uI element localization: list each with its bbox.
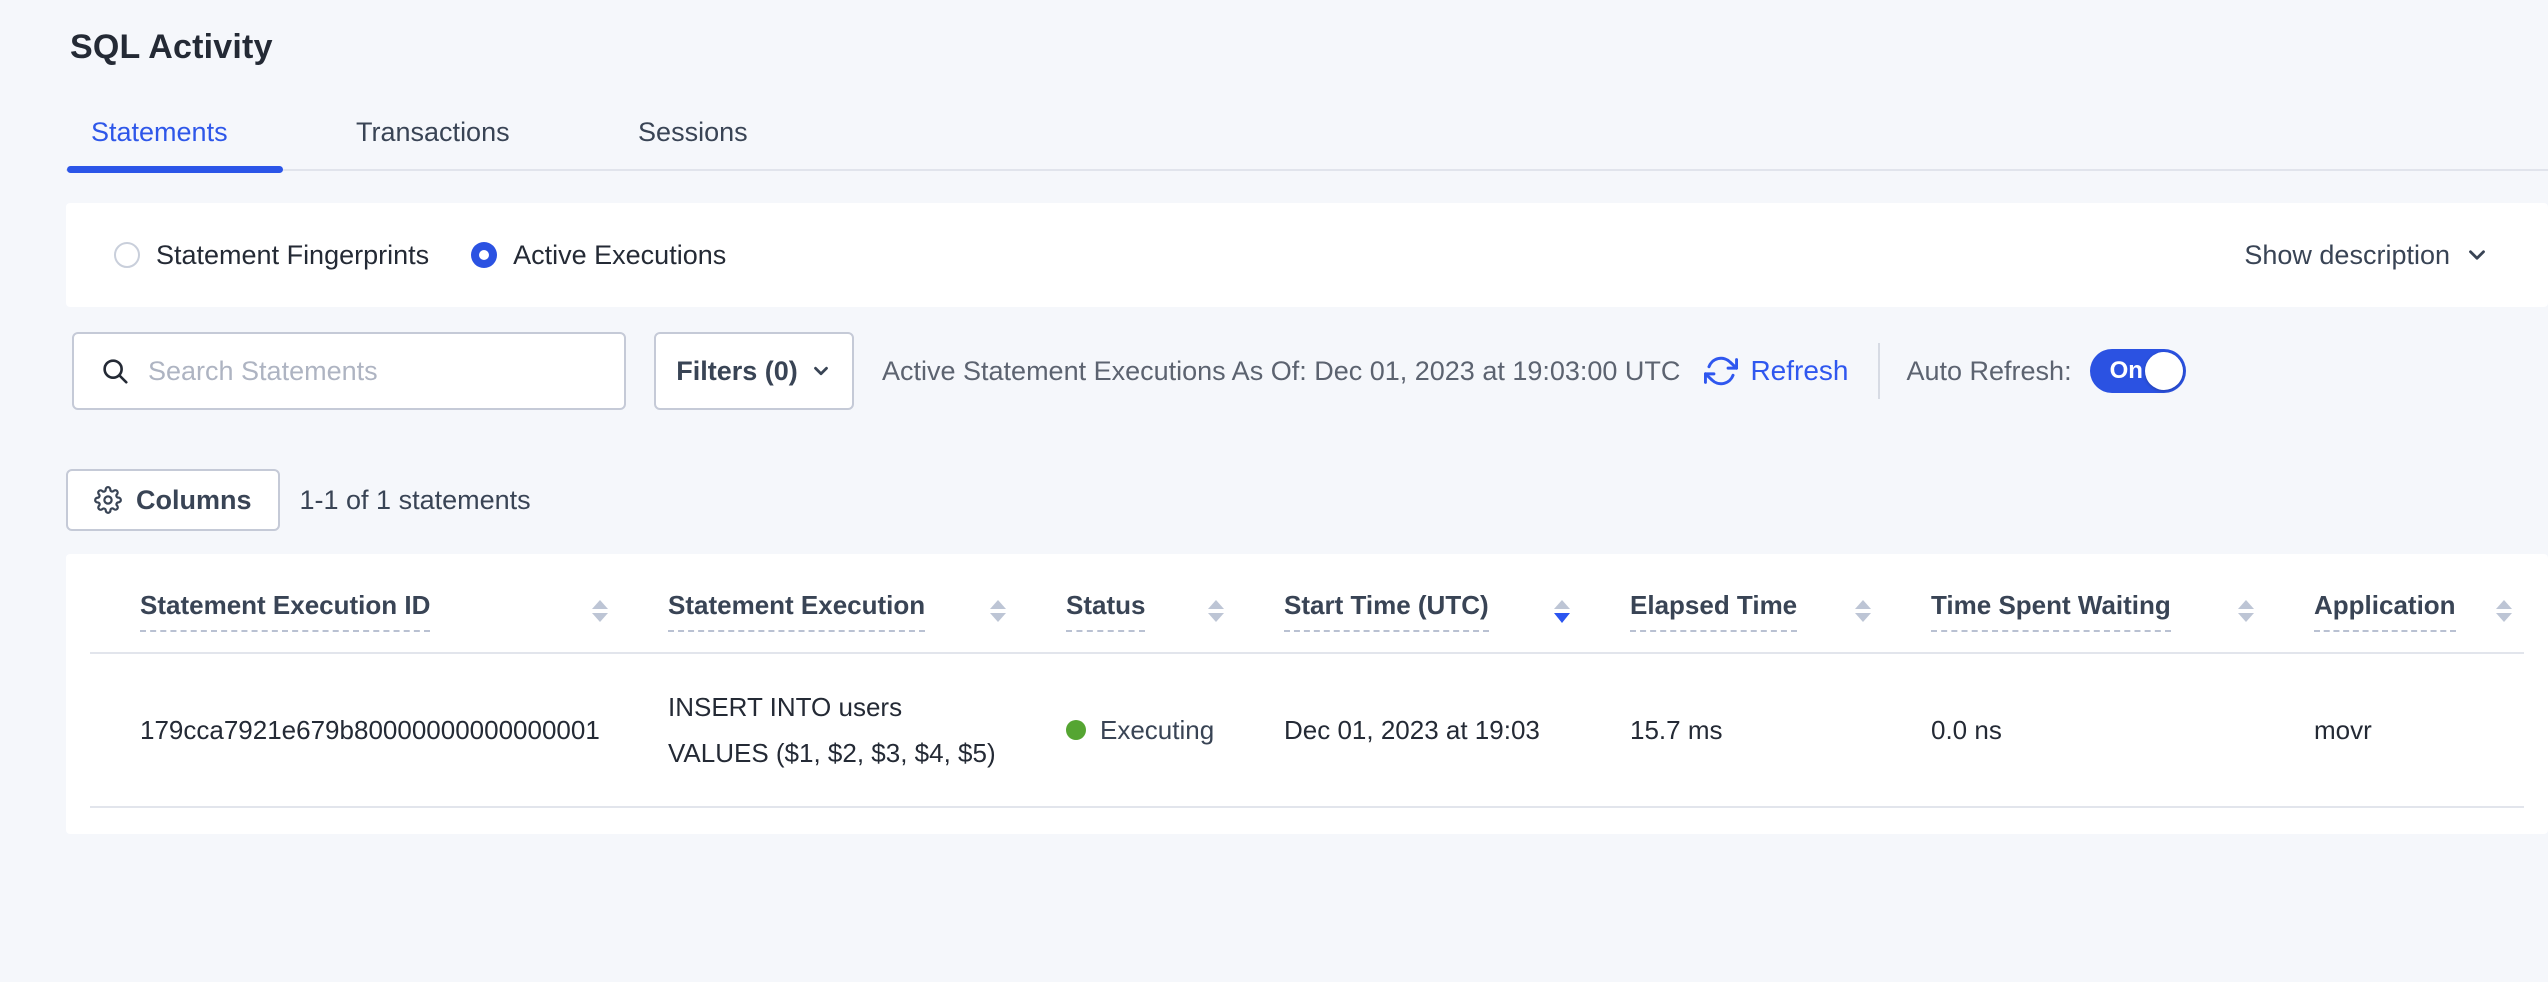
as-of-timestamp: Active Statement Executions As Of: Dec 0… (882, 356, 1680, 387)
sort-icon[interactable] (2224, 600, 2254, 622)
radio-selected-icon[interactable] (471, 242, 497, 268)
refresh-label[interactable]: Refresh (1750, 355, 1848, 387)
column-header-label[interactable]: Elapsed Time (1630, 590, 1797, 632)
status-label: Executing (1100, 715, 1214, 746)
active-tab-indicator (67, 166, 283, 173)
column-header-label[interactable]: Statement Execution ID (140, 590, 430, 632)
column-header-statement-execution-id: Statement Execution ID (90, 554, 668, 653)
cell-start-time: Dec 01, 2023 at 19:03 (1284, 653, 1630, 807)
statements-table: Statement Execution ID Statement Executi… (90, 554, 2524, 808)
statements-table-card: Statement Execution ID Statement Executi… (66, 554, 2548, 834)
sort-icon[interactable] (2482, 600, 2512, 622)
cell-elapsed-time: 15.7 ms (1630, 653, 1931, 807)
tab-statements[interactable]: Statements (66, 117, 253, 148)
tab-transactions[interactable]: Transactions (331, 117, 535, 148)
cell-status: Executing (1066, 653, 1284, 807)
search-input[interactable] (146, 355, 604, 388)
sort-icon-descending-active[interactable] (1540, 600, 1570, 623)
search-box[interactable] (72, 332, 626, 410)
refresh-icon (1704, 354, 1738, 388)
filters-button-label[interactable]: Filters (0) (676, 356, 798, 387)
column-header-statement-execution: Statement Execution (668, 554, 1066, 653)
view-mode-card: Statement Fingerprints Active Executions… (66, 203, 2548, 307)
columns-button-label[interactable]: Columns (136, 485, 252, 516)
sort-icon[interactable] (1194, 600, 1224, 622)
radio-active-executions[interactable]: Active Executions (471, 240, 726, 271)
cell-time-spent-waiting: 0.0 ns (1931, 653, 2314, 807)
chevron-down-icon (2464, 242, 2490, 268)
page-title: SQL Activity (70, 28, 2548, 67)
cell-statement: INSERT INTO users VALUES ($1, $2, $3, $4… (668, 653, 1066, 807)
gear-icon (94, 486, 122, 514)
columns-button[interactable]: Columns (66, 469, 280, 531)
auto-refresh-toggle[interactable]: On (2090, 349, 2186, 393)
vertical-divider (1878, 343, 1880, 399)
table-header-row: Statement Execution ID Statement Executi… (90, 554, 2524, 653)
column-header-label[interactable]: Start Time (UTC) (1284, 590, 1489, 632)
sort-icon[interactable] (1841, 600, 1871, 622)
cell-application: movr (2314, 653, 2524, 807)
show-description-label[interactable]: Show description (2244, 240, 2450, 271)
sql-activity-page: SQL Activity Statements Transactions Ses… (0, 0, 2548, 982)
filters-button[interactable]: Filters (0) (654, 332, 854, 410)
radio-label[interactable]: Active Executions (513, 240, 726, 271)
column-header-label[interactable]: Status (1066, 590, 1145, 632)
radio-unselected-icon[interactable] (114, 242, 140, 268)
table-controls-row: Columns 1-1 of 1 statements (66, 469, 2548, 531)
column-header-time-spent-waiting: Time Spent Waiting (1931, 554, 2314, 653)
toggle-state-label: On (2110, 357, 2143, 385)
radio-label[interactable]: Statement Fingerprints (156, 240, 429, 271)
column-header-label[interactable]: Time Spent Waiting (1931, 590, 2171, 632)
column-header-application: Application (2314, 554, 2524, 653)
column-header-start-time: Start Time (UTC) (1284, 554, 1630, 653)
show-description-toggle[interactable]: Show description (2244, 240, 2490, 271)
result-count: 1-1 of 1 statements (300, 485, 531, 516)
toggle-knob[interactable] (2145, 352, 2183, 390)
executing-status-dot-icon (1066, 720, 1086, 740)
auto-refresh-label: Auto Refresh: (1906, 356, 2071, 387)
column-header-elapsed-time: Elapsed Time (1630, 554, 1931, 653)
sort-icon[interactable] (578, 600, 608, 622)
search-icon (100, 356, 130, 386)
toolbar: Filters (0) Active Statement Executions … (72, 331, 2548, 411)
radio-statement-fingerprints[interactable]: Statement Fingerprints (114, 240, 429, 271)
chevron-down-icon (810, 360, 832, 382)
sort-icon[interactable] (976, 600, 1006, 622)
cell-execution-id[interactable]: 179cca7921e679b80000000000000001 (90, 653, 668, 807)
column-header-label[interactable]: Application (2314, 590, 2456, 632)
refresh-button[interactable]: Refresh (1704, 354, 1848, 388)
tab-bar: Statements Transactions Sessions (66, 117, 2548, 171)
column-header-label[interactable]: Statement Execution (668, 590, 925, 632)
table-row[interactable]: 179cca7921e679b80000000000000001 INSERT … (90, 653, 2524, 807)
tab-sessions[interactable]: Sessions (613, 117, 773, 148)
column-header-status: Status (1066, 554, 1284, 653)
